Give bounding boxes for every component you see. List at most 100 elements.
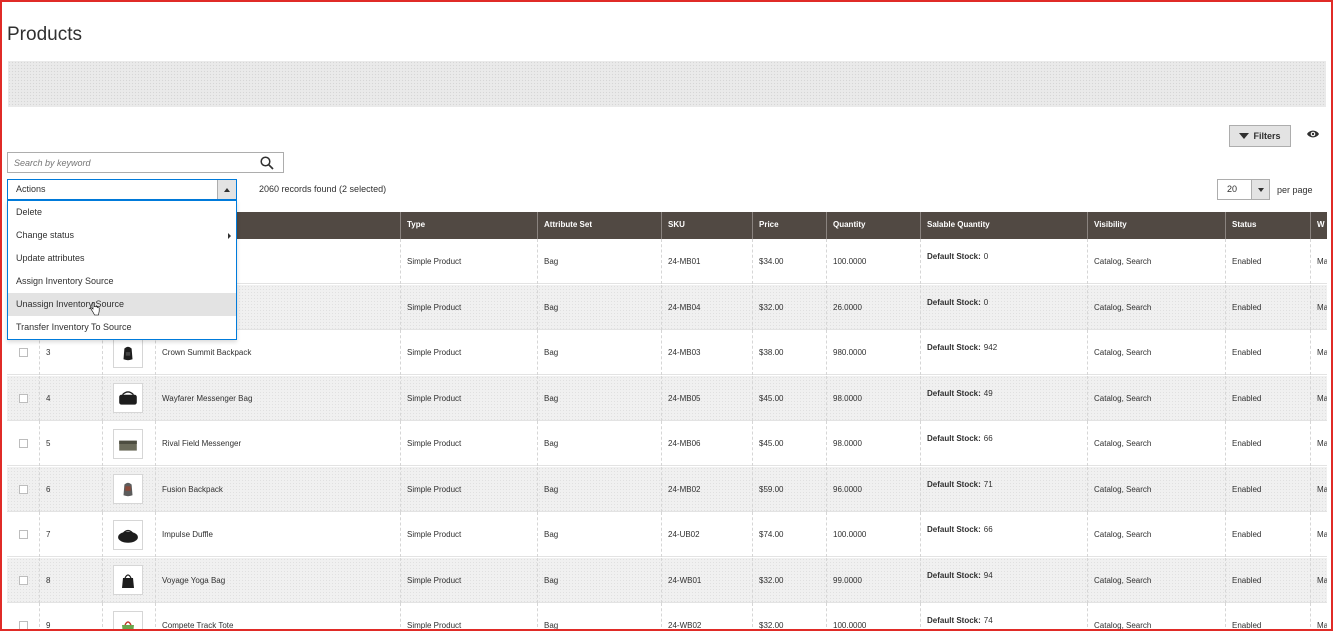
id-cell: 7 (39, 512, 102, 557)
actions-dropdown[interactable]: Actions (7, 179, 237, 200)
visibility-cell: Catalog, Search (1087, 330, 1225, 375)
action-menu-label: Update attributes (16, 253, 85, 263)
price-cell: $32.00 (752, 284, 826, 330)
price-cell: $45.00 (752, 421, 826, 466)
table-row[interactable]: 6 Fusion Backpack Simple Product Bag 24-MB02… (7, 466, 1327, 512)
table-row[interactable]: 5 Rival Field Messenger Simple Product Bag 2… (7, 421, 1327, 466)
visibility-cell: Catalog, Search (1087, 512, 1225, 557)
eye-icon[interactable] (1306, 129, 1320, 139)
thumbnail-cell (102, 466, 155, 512)
visibility-cell: Catalog, Search (1087, 375, 1225, 421)
quantity-cell: 26.0000 (826, 284, 920, 330)
per-page-label: per page (1277, 185, 1313, 195)
status-cell: Enabled (1225, 512, 1310, 557)
column-header[interactable]: Type (400, 212, 537, 239)
search-icon[interactable] (260, 156, 274, 170)
filters-button[interactable]: Filters (1229, 125, 1291, 147)
quantity-cell: 98.0000 (826, 421, 920, 466)
stock-value: 66 (983, 434, 993, 443)
column-header[interactable]: Attribute Set (537, 212, 661, 239)
salable-quantity-cell: Default Stock: 0 (920, 284, 1087, 330)
column-header[interactable]: Salable Quantity (920, 212, 1087, 239)
stock-label: Default Stock: (927, 570, 981, 580)
search-field[interactable] (7, 152, 284, 173)
table-row[interactable]: 4 Wayfarer Messenger Bag Simple Product Bag… (7, 375, 1327, 421)
chevron-down-icon[interactable] (1251, 180, 1269, 199)
action-menu-item[interactable]: Delete (8, 201, 236, 224)
sku-cell: 24-MB03 (661, 330, 752, 375)
product-thumbnail (113, 610, 143, 631)
action-menu-item[interactable]: Assign Inventory Source (8, 270, 236, 293)
table-row[interactable]: 8 Voyage Yoga Bag Simple Product Bag 24-WB01… (7, 557, 1327, 603)
visibility-cell: Catalog, Search (1087, 603, 1225, 631)
price-cell: $38.00 (752, 330, 826, 375)
visibility-cell: Catalog, Search (1087, 466, 1225, 512)
attribute-set-cell: Bag (537, 603, 661, 631)
row-checkbox[interactable] (19, 348, 28, 357)
salable-quantity-cell: Default Stock: 0 (920, 239, 1087, 284)
column-header[interactable]: Quantity (826, 212, 920, 239)
actions-label: Actions (16, 184, 46, 194)
attribute-set-cell: Bag (537, 466, 661, 512)
chevron-right-icon (228, 233, 231, 239)
name-cell: Rival Field Messenger (155, 421, 400, 466)
stock-label: Default Stock: (927, 479, 981, 489)
per-page-value: 20 (1227, 184, 1238, 194)
column-header[interactable]: SKU (661, 212, 752, 239)
action-menu-item[interactable]: Change status (8, 224, 236, 247)
type-cell: Simple Product (400, 603, 537, 631)
checkbox-cell[interactable] (7, 558, 39, 603)
checkbox-cell[interactable] (7, 467, 39, 512)
row-checkbox[interactable] (19, 530, 28, 539)
salable-quantity-cell: Default Stock: 71 (920, 466, 1087, 512)
checkbox-cell[interactable] (7, 421, 39, 466)
table-row[interactable]: 9 Compete Track Tote Simple Product Bag 24-W… (7, 603, 1327, 631)
filters-label: Filters (1253, 131, 1281, 141)
row-checkbox[interactable] (19, 439, 28, 448)
row-checkbox[interactable] (19, 575, 28, 585)
column-header[interactable]: Status (1225, 212, 1310, 239)
website-cell: Ma (1310, 284, 1327, 330)
price-cell: $45.00 (752, 375, 826, 421)
checkbox-cell[interactable] (7, 376, 39, 421)
visibility-cell: Catalog, Search (1087, 284, 1225, 330)
action-menu-item[interactable]: Transfer Inventory To Source (8, 316, 236, 339)
price-cell: $32.00 (752, 557, 826, 603)
status-cell: Enabled (1225, 557, 1310, 603)
price-cell: $34.00 (752, 239, 826, 284)
product-thumbnail (113, 474, 143, 504)
row-checkbox[interactable] (19, 484, 28, 494)
quantity-cell: 98.0000 (826, 375, 920, 421)
salable-quantity-cell: Default Stock: 49 (920, 375, 1087, 421)
stock-value: 0 (983, 297, 989, 307)
column-header[interactable]: Visibility (1087, 212, 1225, 239)
stock-value: 49 (983, 388, 993, 398)
per-page-select[interactable]: 20 (1217, 179, 1270, 200)
thumbnail-cell (102, 603, 155, 631)
notification-banner (8, 61, 1326, 107)
name-cell: Impulse Duffle (155, 512, 400, 557)
checkbox-cell[interactable] (7, 603, 39, 631)
stock-label: Default Stock: (927, 525, 981, 534)
visibility-cell: Catalog, Search (1087, 239, 1225, 284)
column-header[interactable]: Price (752, 212, 826, 239)
search-input[interactable] (8, 153, 248, 173)
attribute-set-cell: Bag (537, 421, 661, 466)
type-cell: Simple Product (400, 421, 537, 466)
sku-cell: 24-MB06 (661, 421, 752, 466)
column-header[interactable]: W (1310, 212, 1327, 239)
action-menu-item[interactable]: Unassign Inventory Source (8, 293, 236, 316)
row-checkbox[interactable] (19, 393, 28, 403)
checkbox-cell[interactable] (7, 512, 39, 557)
type-cell: Simple Product (400, 239, 537, 284)
row-checkbox[interactable] (19, 621, 28, 630)
table-row[interactable]: 7 Impulse Duffle Simple Product Bag 24-UB02 $… (7, 512, 1327, 557)
stock-value: 0 (983, 252, 989, 261)
price-cell: $32.00 (752, 603, 826, 631)
id-cell: 4 (39, 375, 102, 421)
action-menu-item[interactable]: Update attributes (8, 247, 236, 270)
website-cell: Ma (1310, 512, 1327, 557)
quantity-cell: 100.0000 (826, 603, 920, 631)
chevron-up-icon[interactable] (217, 180, 236, 199)
stock-label: Default Stock: (927, 616, 981, 625)
